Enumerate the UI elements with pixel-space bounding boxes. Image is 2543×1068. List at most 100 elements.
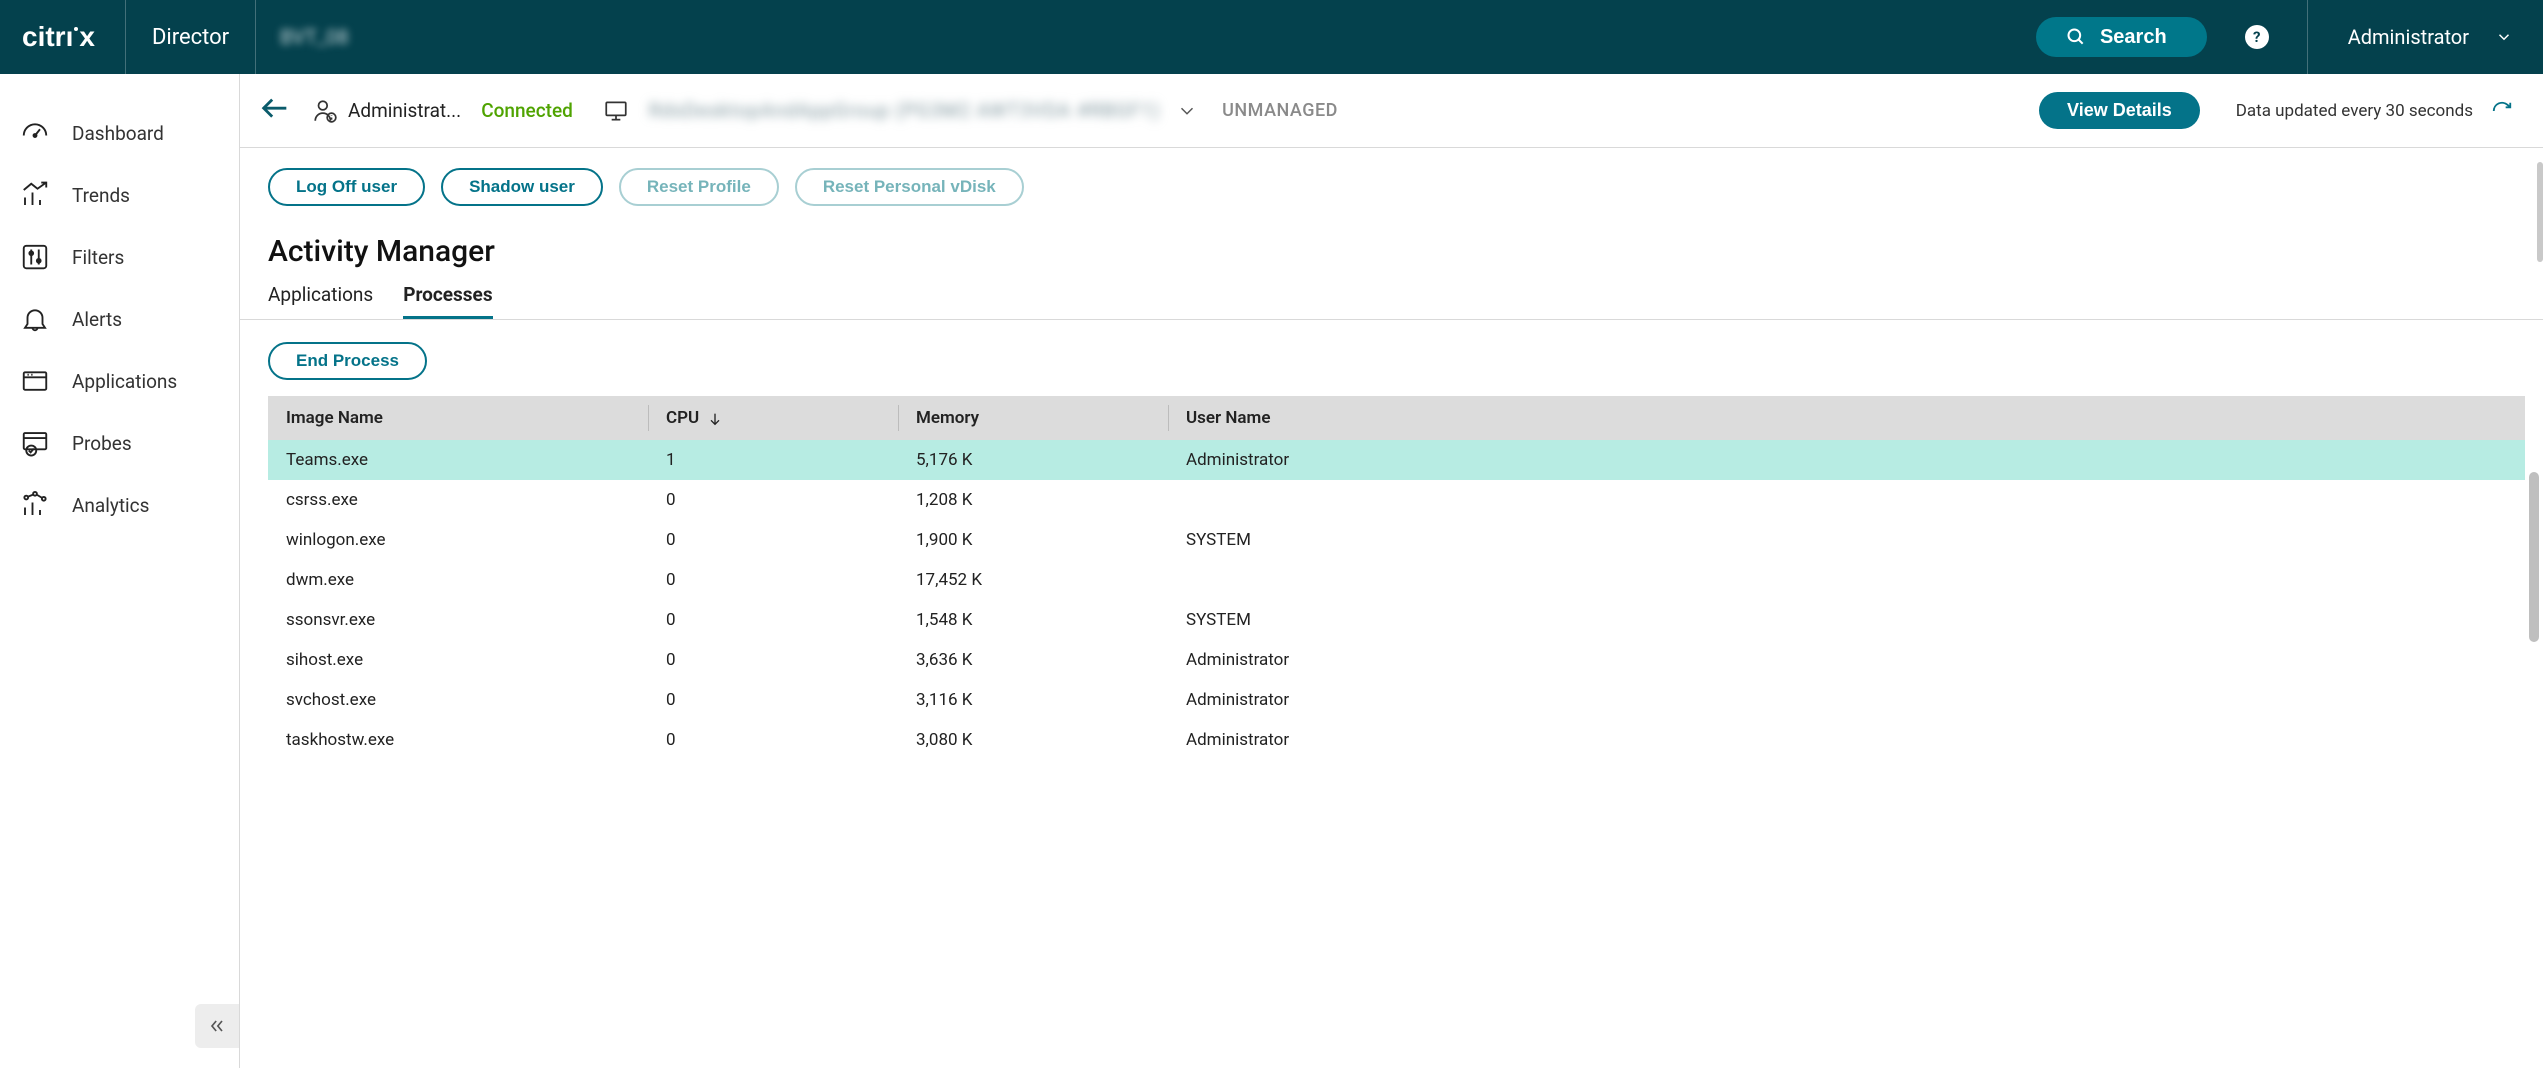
user-info-icon (312, 98, 338, 124)
cell-memory: 17,452 K (898, 560, 1168, 600)
connection-status: Connected (481, 99, 573, 122)
table-row[interactable]: sihost.exe03,636 KAdministrator (268, 640, 2525, 680)
table-row[interactable]: dwm.exe017,452 K (268, 560, 2525, 600)
citrix-logo: citrıx (22, 21, 95, 53)
col-cpu[interactable]: CPU (648, 396, 898, 440)
cell-cpu: 0 (648, 640, 898, 680)
cell-cpu: 0 (648, 520, 898, 560)
reset-profile-button: Reset Profile (619, 168, 779, 206)
cell-image: dwm.exe (268, 560, 648, 600)
search-button[interactable]: Search (2036, 17, 2207, 57)
session-actions: Log Off user Shadow user Reset Profile R… (240, 148, 2543, 206)
sidebar-item-analytics[interactable]: Analytics (0, 474, 239, 536)
window-icon (20, 366, 50, 396)
sidebar: Dashboard Trends Filters Alerts Applicat… (0, 74, 240, 1068)
gauge-icon (20, 118, 50, 148)
subheader: Administrat... Connected RdsDesktopAndAp… (240, 74, 2543, 148)
process-table: Image Name CPU Memory User Name Teams.ex… (268, 396, 2525, 760)
cell-cpu: 0 (648, 480, 898, 520)
cell-cpu: 0 (648, 680, 898, 720)
end-process-button[interactable]: End Process (268, 342, 427, 380)
logo-block: citrıx (0, 0, 126, 74)
cell-memory: 5,176 K (898, 440, 1168, 480)
chevron-down-icon[interactable] (1176, 100, 1198, 122)
sidebar-item-label: Trends (72, 184, 130, 207)
cell-user: SYSTEM (1168, 600, 2525, 640)
cell-image: taskhostw.exe (268, 720, 648, 760)
sidebar-item-dashboard[interactable]: Dashboard (0, 102, 239, 164)
col-memory[interactable]: Memory (898, 396, 1168, 440)
cell-user: SYSTEM (1168, 520, 2525, 560)
table-row[interactable]: ssonsvr.exe01,548 KSYSTEM (268, 600, 2525, 640)
topbar: citrıx Director BVT_08 Search ? Administ… (0, 0, 2543, 74)
cell-user: Administrator (1168, 440, 2525, 480)
log-off-user-button[interactable]: Log Off user (268, 168, 425, 206)
chevron-down-icon (2495, 28, 2513, 46)
process-table-wrap: Image Name CPU Memory User Name Teams.ex… (240, 396, 2543, 760)
reset-vdisk-button: Reset Personal vDisk (795, 168, 1024, 206)
session-username: Administrat... (348, 99, 461, 122)
back-arrow-icon[interactable] (258, 94, 292, 128)
analytics-icon (20, 490, 50, 520)
sidebar-item-applications[interactable]: Applications (0, 350, 239, 412)
sidebar-item-label: Analytics (72, 494, 149, 517)
cell-memory: 3,080 K (898, 720, 1168, 760)
cell-image: svchost.exe (268, 680, 648, 720)
col-cpu-label: CPU (666, 408, 699, 428)
probes-icon (20, 428, 50, 458)
cell-image: ssonsvr.exe (268, 600, 648, 640)
table-row[interactable]: winlogon.exe01,900 KSYSTEM (268, 520, 2525, 560)
sidebar-item-probes[interactable]: Probes (0, 412, 239, 474)
endpoint-status: UNMANAGED (1222, 100, 1338, 121)
cell-user: Administrator (1168, 640, 2525, 680)
sidebar-item-label: Probes (72, 432, 132, 455)
search-label: Search (2100, 26, 2167, 49)
refresh-icon[interactable] (2491, 100, 2513, 122)
sort-desc-icon (707, 411, 723, 427)
cell-cpu: 1 (648, 440, 898, 480)
tab-applications[interactable]: Applications (268, 283, 373, 319)
tabs: Applications Processes (240, 277, 2543, 320)
cell-image: sihost.exe (268, 640, 648, 680)
user-menu[interactable]: Administrator (2307, 0, 2543, 74)
sidebar-item-label: Applications (72, 370, 177, 393)
cell-image: winlogon.exe (268, 520, 648, 560)
cell-memory: 3,116 K (898, 680, 1168, 720)
sidebar-item-alerts[interactable]: Alerts (0, 288, 239, 350)
sidebar-collapse-button[interactable] (195, 1004, 239, 1048)
cell-cpu: 0 (648, 720, 898, 760)
main: Administrat... Connected RdsDesktopAndAp… (240, 74, 2543, 1068)
table-scrollbar[interactable] (2529, 472, 2539, 642)
view-details-button[interactable]: View Details (2039, 92, 2200, 129)
search-icon (2066, 27, 2086, 47)
cell-user (1168, 480, 2525, 520)
cell-memory: 1,548 K (898, 600, 1168, 640)
cell-memory: 1,900 K (898, 520, 1168, 560)
product-name: Director (126, 0, 256, 74)
session-host: RdsDesktopAndAppGroup (PG3M2 AWT3VDA #RB… (649, 99, 1160, 122)
cell-image: Teams.exe (268, 440, 648, 480)
cell-user: Administrator (1168, 720, 2525, 760)
cell-cpu: 0 (648, 560, 898, 600)
tab-processes[interactable]: Processes (403, 283, 492, 319)
sidebar-item-trends[interactable]: Trends (0, 164, 239, 226)
chevron-double-left-icon (207, 1016, 227, 1036)
monitor-icon (603, 98, 629, 124)
col-user-name[interactable]: User Name (1168, 396, 2525, 440)
cell-user: Administrator (1168, 680, 2525, 720)
sidebar-item-filters[interactable]: Filters (0, 226, 239, 288)
cell-user (1168, 560, 2525, 600)
cell-image: csrss.exe (268, 480, 648, 520)
table-row[interactable]: csrss.exe01,208 K (268, 480, 2525, 520)
filters-icon (20, 242, 50, 272)
table-row[interactable]: svchost.exe03,116 KAdministrator (268, 680, 2525, 720)
table-row[interactable]: taskhostw.exe03,080 KAdministrator (268, 720, 2525, 760)
shadow-user-button[interactable]: Shadow user (441, 168, 603, 206)
sidebar-item-label: Dashboard (72, 122, 164, 145)
cell-memory: 3,636 K (898, 640, 1168, 680)
help-icon[interactable]: ? (2245, 25, 2269, 49)
table-row[interactable]: Teams.exe15,176 KAdministrator (268, 440, 2525, 480)
tenant-name: BVT_08 (256, 25, 372, 49)
col-image-name[interactable]: Image Name (268, 396, 648, 440)
scrollbar[interactable] (2537, 162, 2543, 262)
